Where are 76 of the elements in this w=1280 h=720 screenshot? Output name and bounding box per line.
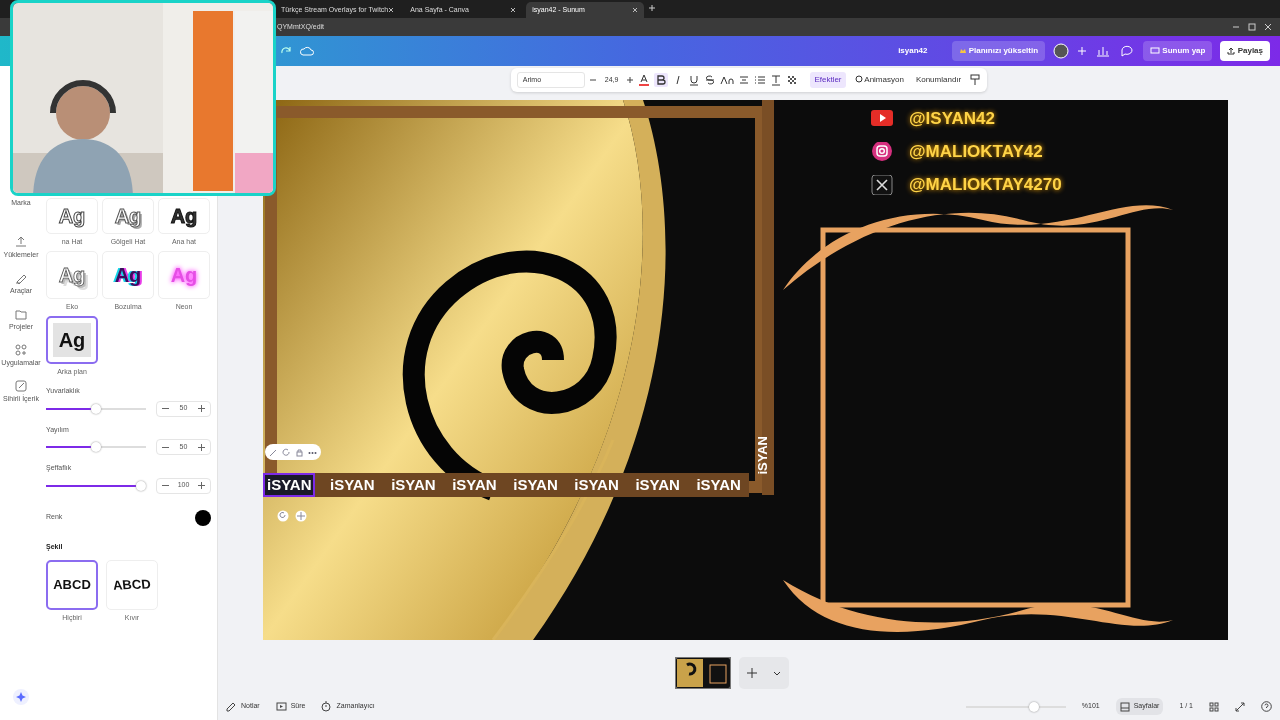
instagram-icon [871, 141, 893, 162]
canvas-text[interactable]: iSYAN [511, 475, 560, 495]
canvas-text[interactable]: iSYAN [694, 475, 743, 495]
shape-option[interactable]: ABCD [106, 560, 158, 610]
effect-option[interactable]: Ag [46, 198, 98, 234]
text-color-icon[interactable] [638, 74, 651, 86]
effect-option[interactable]: Ag [102, 198, 154, 234]
effect-option[interactable]: Ag [102, 251, 154, 299]
list-icon[interactable] [754, 74, 767, 86]
social-handle: @MALIOKTAY4270 [909, 174, 1062, 196]
timer-icon [321, 701, 333, 712]
present-button[interactable]: Sunum yap [1143, 41, 1213, 61]
wand-icon[interactable] [269, 447, 278, 457]
effect-option[interactable]: Ag [158, 198, 210, 234]
plus-icon[interactable] [198, 482, 205, 489]
canvas-text[interactable]: iSYAN [572, 475, 621, 495]
position-button[interactable]: Konumlandır [911, 72, 966, 88]
fullscreen-icon[interactable] [1235, 701, 1245, 712]
monitor-icon [1150, 46, 1161, 55]
strikethrough-icon[interactable] [704, 74, 717, 86]
plus-icon[interactable] [626, 76, 635, 84]
bold-icon[interactable] [654, 73, 669, 87]
grid-icon[interactable] [1209, 701, 1219, 712]
upload-icon [1227, 46, 1236, 55]
apps-icon[interactable] [13, 342, 29, 358]
effect-option[interactable]: Ag [46, 316, 98, 364]
slider-thumb[interactable] [136, 480, 146, 491]
minimize-icon[interactable] [1232, 23, 1240, 31]
close-icon[interactable] [388, 7, 395, 13]
social-handle: @ISYAN42 [909, 108, 995, 130]
canvas-text[interactable]: iSYAN [328, 475, 377, 495]
plus-icon[interactable] [198, 443, 205, 451]
social-handle: @MALIOKTAY42 [909, 141, 1043, 163]
sparkle-icon[interactable] [12, 688, 30, 706]
align-center-icon[interactable] [738, 74, 751, 86]
canvas-text[interactable]: iSYAN [389, 475, 438, 495]
notes-icon [226, 701, 237, 712]
transparency-icon[interactable] [786, 74, 799, 86]
comment-icon[interactable] [1119, 43, 1136, 59]
minus-icon[interactable] [162, 405, 169, 412]
color-swatch[interactable] [195, 509, 211, 526]
underline-icon[interactable] [688, 74, 701, 86]
zoom-thumb[interactable] [1028, 701, 1039, 712]
username: isyan42 [898, 45, 928, 57]
page-thumbnail[interactable] [674, 656, 731, 689]
canvas-text[interactable]: iSYAN [633, 475, 682, 495]
canvas-text[interactable]: iSYAN [263, 473, 316, 497]
x-icon [871, 174, 893, 195]
slider-thumb[interactable] [91, 442, 101, 452]
minus-icon[interactable] [162, 482, 169, 489]
minus-icon[interactable] [588, 76, 597, 84]
maximize-icon[interactable] [1248, 23, 1256, 31]
avatar-icon[interactable] [1053, 43, 1070, 59]
slider-thumb[interactable] [91, 403, 101, 414]
canvas-text[interactable]: iSYAN [753, 436, 773, 475]
close-icon[interactable] [510, 7, 517, 13]
effects-button[interactable]: Efektler [810, 72, 846, 88]
rotate-icon[interactable] [277, 510, 289, 522]
duration-icon [275, 701, 287, 712]
letter-case-icon[interactable] [720, 74, 735, 86]
help-icon[interactable] [1261, 701, 1272, 712]
floating-toolbar[interactable] [265, 444, 321, 460]
shape-option[interactable]: ABCD [46, 560, 98, 610]
canvas-text[interactable]: iSYAN [450, 475, 499, 495]
close-icon[interactable] [1264, 23, 1272, 31]
share-button[interactable]: Paylaş [1220, 41, 1270, 61]
upload-icon[interactable] [13, 234, 29, 250]
crown-icon [958, 46, 967, 55]
animate-button[interactable]: Animasyon [849, 72, 908, 88]
plus-icon[interactable] [746, 667, 757, 678]
paint-roller-icon[interactable] [969, 74, 982, 86]
pages-icon [1119, 701, 1130, 712]
animation-icon [853, 75, 863, 85]
close-icon[interactable] [632, 7, 639, 13]
plus-icon[interactable] [198, 405, 205, 412]
upgrade-button[interactable]: Planınızı yükseltin [951, 41, 1046, 61]
